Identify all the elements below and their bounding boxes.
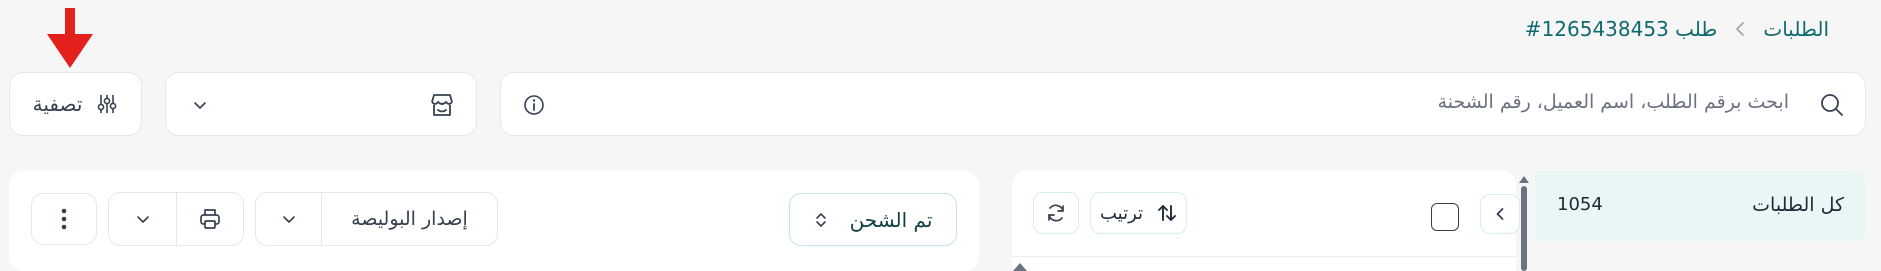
refresh-button[interactable]	[1033, 192, 1079, 234]
issue-waybill-split-button: إصدار البوليصة	[255, 192, 498, 246]
list-header-divider	[1012, 256, 1516, 257]
breadcrumb-current: طلب 1265438453#	[1524, 17, 1718, 41]
chevron-down-icon	[281, 211, 297, 227]
all-orders-count: 1054	[1557, 194, 1603, 215]
issue-waybill-label: إصدار البوليصة	[351, 208, 468, 230]
order-status-label: تم الشحن	[849, 207, 933, 232]
search-box[interactable]: ابحث برقم الطلب، اسم العميل، رقم الشحنة	[500, 72, 1866, 136]
collapse-panel-button[interactable]	[1480, 194, 1520, 234]
store-select[interactable]	[165, 72, 477, 136]
filter-button[interactable]: تصفية	[9, 72, 142, 136]
breadcrumb: الطلبات طلب 1265438453#	[1525, 16, 1829, 42]
kebab-icon	[61, 208, 67, 230]
chevron-left-icon	[1733, 21, 1747, 37]
sort-button[interactable]: ترتيب	[1090, 192, 1187, 234]
all-orders-label: كل الطلبات	[1752, 194, 1844, 216]
scroll-up-arrow[interactable]	[1013, 263, 1027, 271]
printer-icon	[198, 207, 222, 231]
chevron-left-icon	[1493, 206, 1507, 222]
chevron-down-icon	[135, 211, 151, 227]
issue-waybill-button[interactable]: إصدار البوليصة	[322, 193, 497, 245]
refresh-icon	[1045, 202, 1067, 224]
sort-arrows-icon	[1157, 203, 1177, 223]
chevron-updown-icon	[814, 211, 828, 229]
print-button[interactable]	[177, 193, 243, 245]
sort-label: ترتيب	[1099, 202, 1144, 224]
annotation-arrow	[45, 8, 95, 68]
print-dropdown-toggle[interactable]	[109, 193, 177, 245]
filter-label: تصفية	[32, 92, 83, 116]
breadcrumb-root[interactable]: الطلبات	[1763, 17, 1829, 41]
info-icon[interactable]	[523, 94, 545, 116]
more-options-button[interactable]	[31, 193, 97, 245]
waybill-dropdown-toggle[interactable]	[256, 193, 322, 245]
print-split-button	[108, 192, 244, 246]
chevron-down-icon	[192, 97, 208, 113]
store-icon	[428, 91, 456, 119]
scrollbar[interactable]	[1519, 176, 1529, 271]
search-icon	[1819, 92, 1845, 118]
search-placeholder: ابحث برقم الطلب، اسم العميل، رقم الشحنة	[1437, 91, 1789, 113]
sliders-icon	[96, 93, 118, 115]
sidebar-item-all-orders[interactable]: 1054 كل الطلبات	[1535, 171, 1866, 241]
order-status-select[interactable]: تم الشحن	[789, 193, 957, 246]
select-all-checkbox[interactable]	[1431, 203, 1459, 231]
